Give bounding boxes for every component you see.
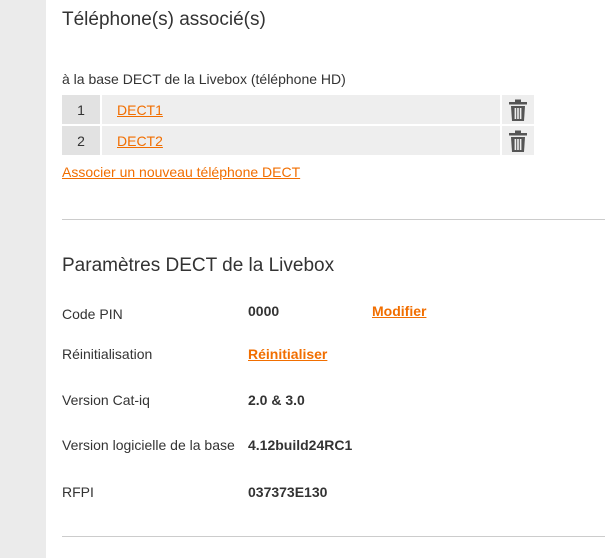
- phone-name-cell: DECT2: [102, 126, 500, 155]
- dect-base-label: à la base DECT de la Livebox (téléphone …: [62, 71, 346, 87]
- software-version-label: Version logicielle de la base: [62, 437, 235, 453]
- section-divider: [62, 536, 605, 537]
- catiq-label: Version Cat-iq: [62, 392, 150, 408]
- phone-name-cell: DECT1: [102, 95, 500, 124]
- reset-link[interactable]: Réinitialiser: [248, 346, 327, 362]
- associated-phones-title: Téléphone(s) associé(s): [62, 9, 266, 30]
- phone-row: 1 DECT1: [62, 95, 534, 124]
- catiq-value: 2.0 & 3.0: [248, 392, 305, 408]
- content-panel: Téléphone(s) associé(s) à la base DECT d…: [46, 0, 605, 558]
- reset-label: Réinitialisation: [62, 346, 153, 362]
- phone-link-dect2[interactable]: DECT2: [117, 133, 163, 149]
- software-version-value: 4.12build24RC1: [248, 437, 353, 453]
- phone-index: 2: [62, 126, 100, 155]
- phone-row: 2 DECT2: [62, 126, 534, 155]
- delete-phone-button[interactable]: [502, 95, 534, 124]
- trash-icon: [509, 99, 527, 121]
- rfpi-value: 037373E130: [248, 484, 328, 500]
- pin-value: 0000: [248, 303, 280, 319]
- dect-params-title: Paramètres DECT de la Livebox: [62, 255, 335, 276]
- rfpi-label: RFPI: [62, 484, 94, 500]
- trash-icon: [509, 130, 527, 152]
- phone-link-dect1[interactable]: DECT1: [117, 102, 163, 118]
- delete-phone-button[interactable]: [502, 126, 534, 155]
- phone-index: 1: [62, 95, 100, 124]
- associate-new-phone-link[interactable]: Associer un nouveau téléphone DECT: [62, 164, 300, 180]
- pin-label: Code PIN: [62, 306, 123, 322]
- section-divider: [62, 219, 605, 220]
- modify-pin-link[interactable]: Modifier: [372, 303, 426, 319]
